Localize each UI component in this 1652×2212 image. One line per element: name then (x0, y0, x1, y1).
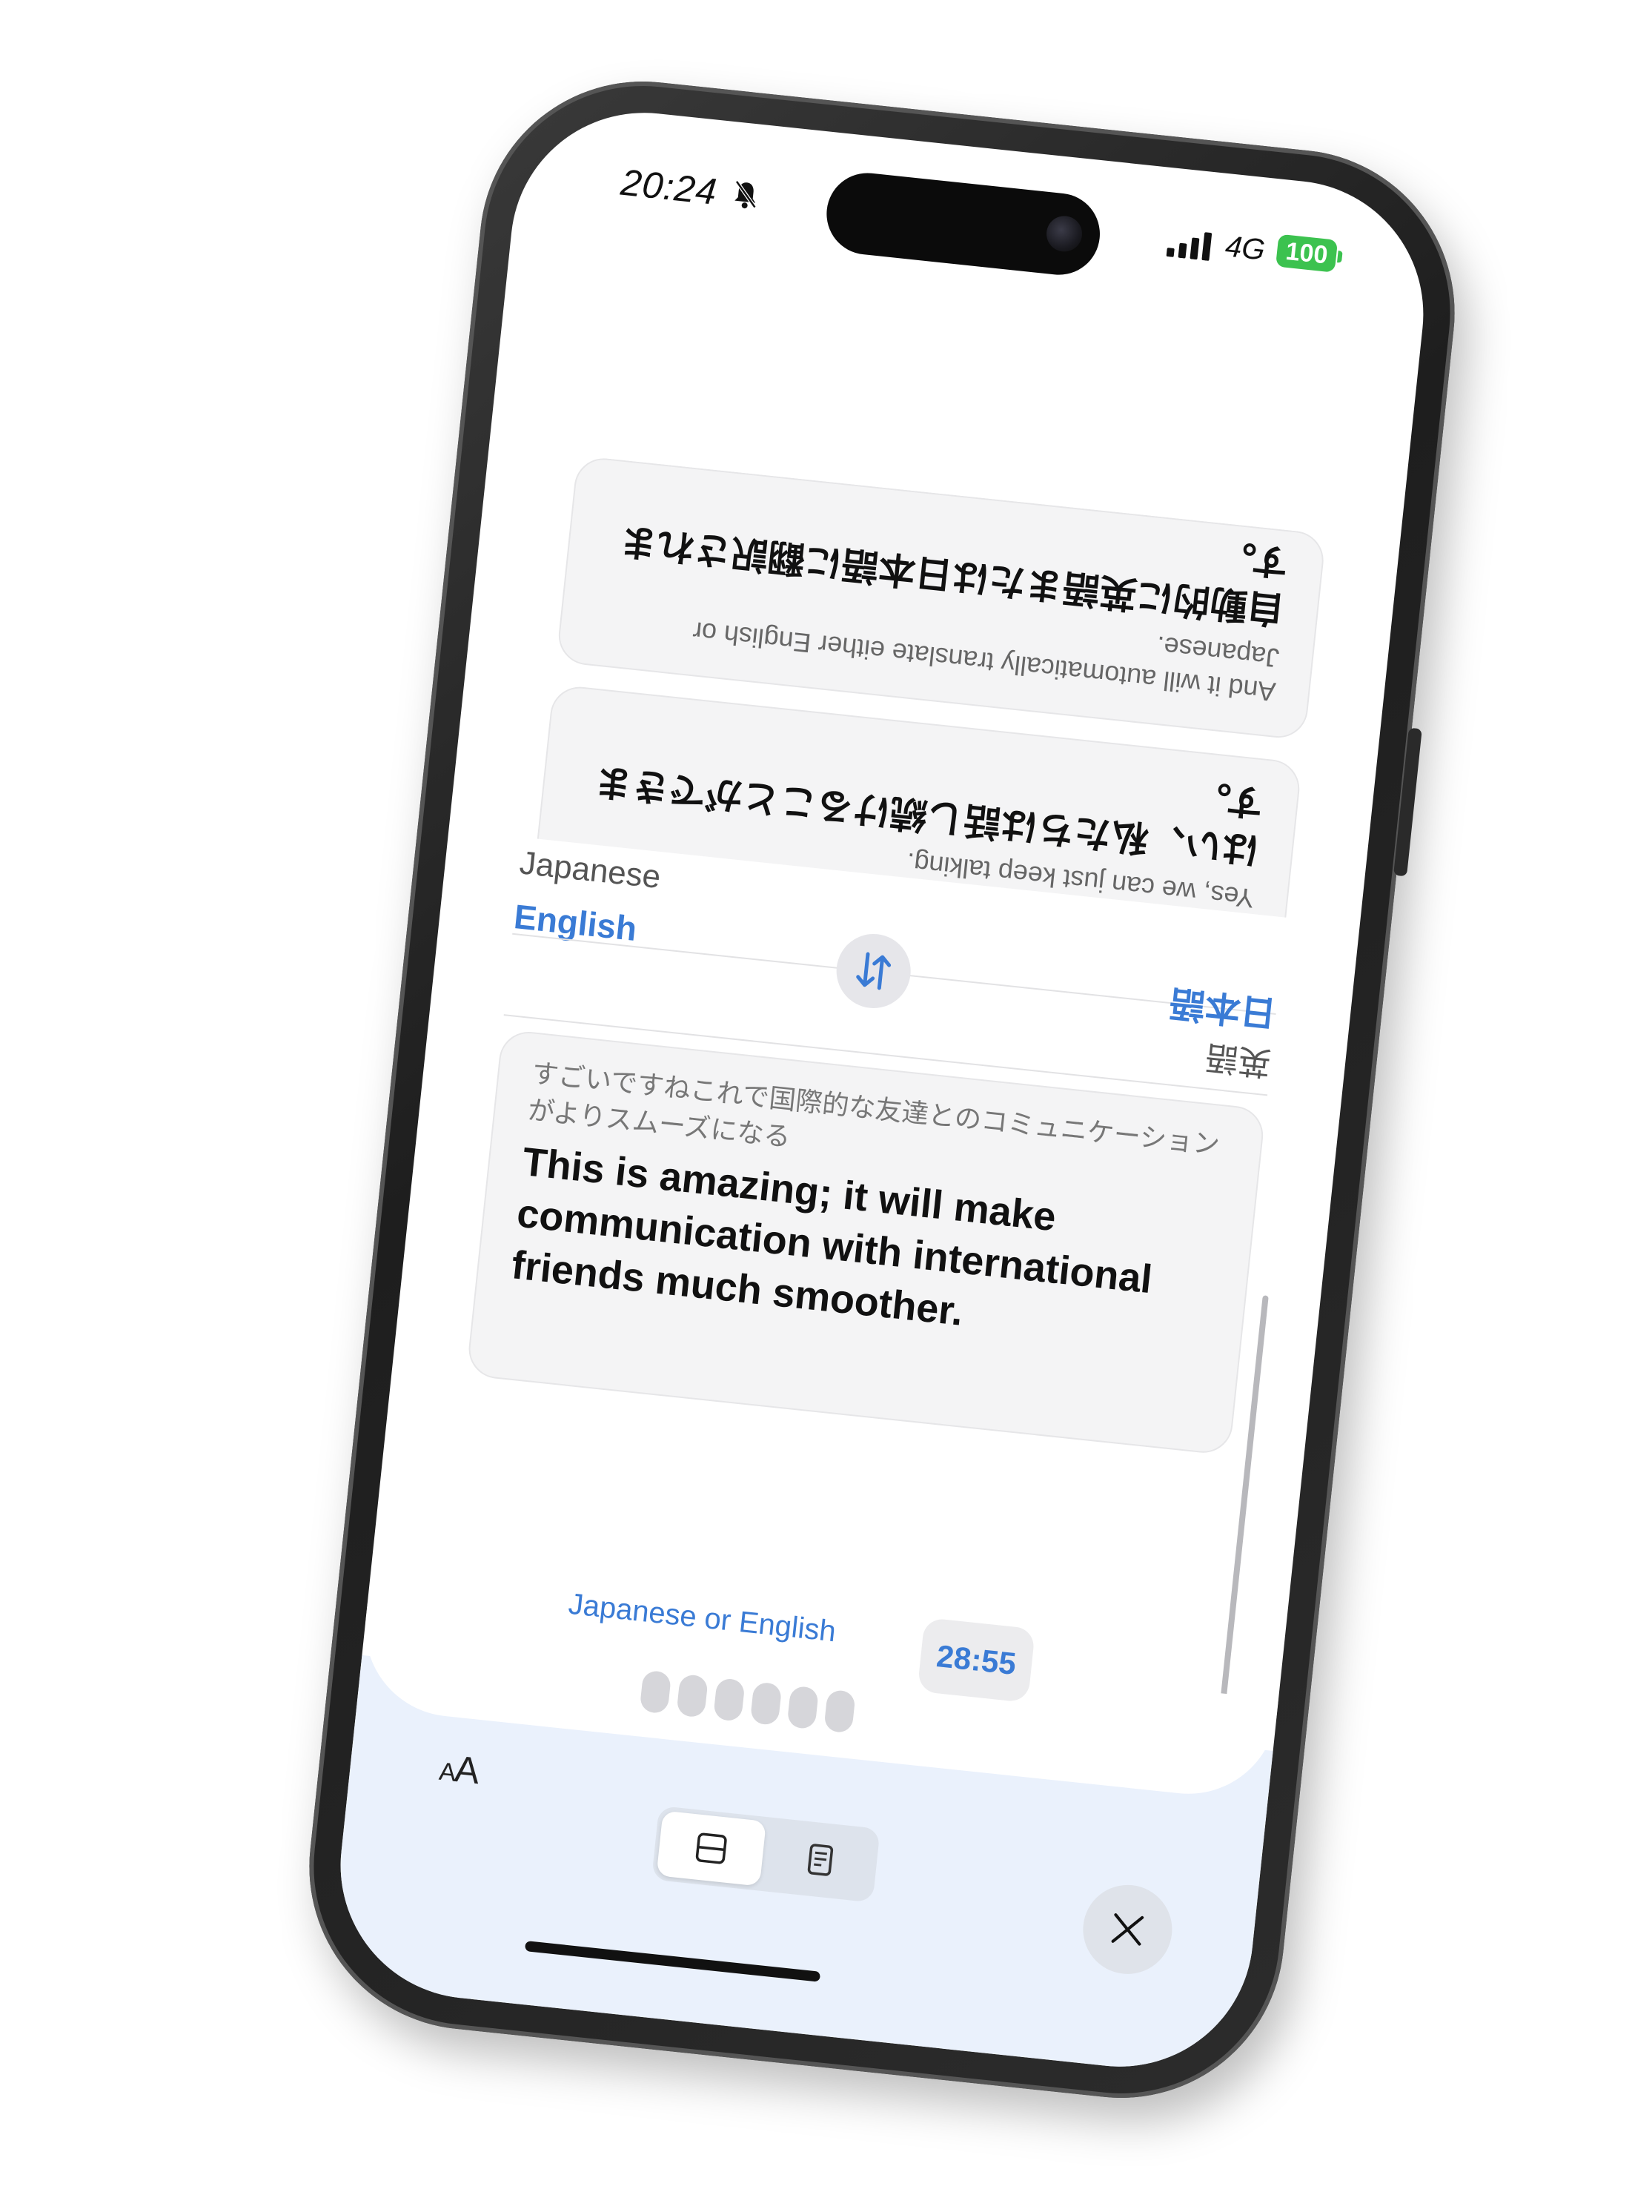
swap-arrows-icon (856, 952, 892, 990)
waveform-dot (676, 1673, 709, 1718)
source-language-label[interactable]: Japanese (518, 844, 663, 896)
waveform-dot (639, 1669, 672, 1715)
split-view-icon (695, 1832, 727, 1864)
document-icon (807, 1844, 834, 1876)
stage: 20:24 4G 100 And it will automatically t… (0, 0, 1652, 2212)
waveform-dot (823, 1689, 856, 1734)
close-icon (1111, 1913, 1144, 1946)
waveform-dot (713, 1678, 746, 1722)
conversation-area: And it will automatically translate eith… (493, 451, 1356, 921)
current-message-bubble: すごいですねこれで国際的な友達とのコミュニケーションがよりスムーズになる Thi… (465, 1029, 1267, 1456)
silent-bell-icon (732, 179, 760, 211)
battery-cap-icon (1337, 251, 1343, 263)
flipped-source-language-label[interactable]: 英語 (1203, 1036, 1273, 1090)
split-view-button[interactable] (656, 1810, 766, 1887)
font-size-button[interactable]: AA (437, 1746, 480, 1792)
battery-indicator: 100 (1275, 234, 1338, 273)
document-view-button[interactable] (766, 1822, 875, 1898)
flipped-target-language-label[interactable]: 日本語 (1167, 980, 1278, 1043)
swap-languages-button[interactable] (832, 930, 915, 1012)
timer-badge: 28:55 (917, 1617, 1036, 1703)
dynamic-island (822, 169, 1104, 279)
phone-mockup: 20:24 4G 100 And it will automatically t… (293, 65, 1471, 2114)
signal-icon (1165, 227, 1218, 262)
status-time: 20:24 (619, 161, 720, 213)
waveform-dot (786, 1685, 820, 1730)
waveform-dot (749, 1681, 783, 1726)
network-type: 4G (1224, 230, 1267, 267)
font-size-large-label: A (452, 1747, 480, 1792)
camera-icon (1044, 214, 1084, 254)
